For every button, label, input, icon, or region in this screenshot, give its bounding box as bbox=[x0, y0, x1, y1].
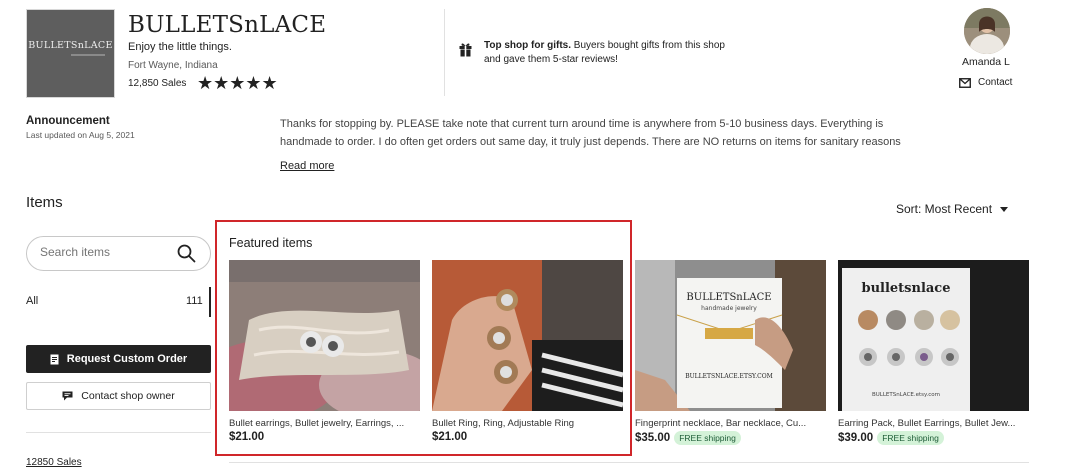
star-rating[interactable]: ★★★★★ bbox=[197, 74, 278, 92]
shop-logo-text: BULLETSnLACE bbox=[28, 40, 113, 51]
contact-owner-link[interactable]: Contact bbox=[959, 77, 1012, 88]
listing-title[interactable]: Bullet Ring, Ring, Adjustable Ring bbox=[432, 418, 623, 429]
announcement-title: Announcement bbox=[26, 115, 110, 127]
listing-title[interactable]: Fingerprint necklace, Bar necklace, Cu..… bbox=[635, 418, 826, 429]
gift-notice-bold: Top shop for gifts. bbox=[484, 40, 572, 51]
gift-icon bbox=[459, 43, 472, 57]
search-icon[interactable] bbox=[177, 244, 196, 263]
search-input[interactable] bbox=[40, 245, 170, 259]
listing-price-row: $21.00 bbox=[432, 431, 467, 443]
listing-price-row: $39.00 FREE shipping bbox=[838, 431, 944, 445]
announcement-line-1: Thanks for stopping by. PLEASE take note… bbox=[280, 118, 884, 130]
listing-title[interactable]: Earring Pack, Bullet Earrings, Bullet Je… bbox=[838, 418, 1029, 429]
listing-price-row: $21.00 bbox=[229, 431, 264, 443]
items-heading: Items bbox=[26, 194, 63, 211]
card-brand-text: BULLETSnLACE bbox=[686, 292, 771, 303]
listing-price: $21.00 bbox=[229, 431, 265, 443]
shop-logo-underline bbox=[71, 54, 105, 56]
owner-avatar[interactable] bbox=[964, 8, 1010, 54]
chat-bubble-icon bbox=[62, 391, 73, 401]
announcement-line-2: handmade to order. I do often get orders… bbox=[280, 136, 901, 148]
request-custom-order-label: Request Custom Order bbox=[66, 353, 188, 365]
gift-notice-rest: Buyers bought gifts from this shop bbox=[571, 40, 725, 51]
shop-sales-count: 12,850 Sales bbox=[128, 78, 187, 89]
free-shipping-badge: FREE shipping bbox=[877, 431, 944, 445]
sort-label: Sort: Most Recent bbox=[896, 202, 993, 216]
listing-image[interactable] bbox=[432, 260, 623, 411]
header-divider bbox=[444, 9, 445, 96]
gift-notice-line1: Top shop for gifts. Buyers bought gifts … bbox=[484, 40, 725, 51]
card-url-text: BULLETSnLACE.etsy.com bbox=[872, 392, 940, 398]
listing-title[interactable]: Bullet earrings, Bullet jewelry, Earring… bbox=[229, 418, 420, 429]
gift-notice-line2: and gave them 5-star reviews! bbox=[484, 54, 618, 65]
free-shipping-badge: FREE shipping bbox=[674, 431, 741, 445]
sort-dropdown[interactable]: Sort: Most Recent bbox=[896, 202, 1009, 216]
card-url-text: BULLETSNLACE.ETSY.COM bbox=[685, 373, 773, 380]
owner-name: Amanda L bbox=[962, 56, 1010, 68]
announcement-date: Last updated on Aug 5, 2021 bbox=[26, 130, 135, 140]
category-all-label[interactable]: All bbox=[26, 295, 38, 307]
listing-image[interactable]: bulletsnlace BULLETSnLACE.etsy.com bbox=[838, 260, 1029, 411]
contact-shop-owner-label: Contact shop owner bbox=[81, 390, 175, 402]
listing-image[interactable] bbox=[229, 260, 420, 411]
listing-image[interactable]: BULLETSnLACE handmade jewelry BULLETSNLA… bbox=[635, 260, 826, 411]
request-custom-order-button[interactable]: Request Custom Order bbox=[26, 345, 211, 373]
sidebar-divider bbox=[26, 432, 211, 433]
contact-shop-owner-button[interactable]: Contact shop owner bbox=[26, 382, 211, 410]
shop-tagline: Enjoy the little things. bbox=[128, 41, 232, 53]
featured-items-heading: Featured items bbox=[229, 236, 313, 250]
card-brand-text: bulletsnlace bbox=[861, 281, 950, 296]
document-icon bbox=[50, 354, 59, 364]
shop-logo[interactable]: BULLETSnLACE bbox=[26, 9, 115, 98]
card-brand-subtext: handmade jewelry bbox=[701, 305, 757, 312]
category-all-count: 111 bbox=[186, 295, 203, 307]
category-selected-indicator bbox=[209, 287, 211, 317]
listing-price: $39.00 bbox=[838, 432, 874, 444]
listing-price-row: $35.00 FREE shipping bbox=[635, 431, 741, 445]
read-more-link[interactable]: Read more bbox=[280, 160, 334, 172]
envelope-icon bbox=[959, 77, 971, 88]
listings-bottom-divider bbox=[229, 462, 1029, 463]
shop-name: BULLETSnLACE bbox=[128, 12, 327, 38]
listing-price: $35.00 bbox=[635, 432, 671, 444]
contact-label: Contact bbox=[978, 77, 1013, 88]
sales-link[interactable]: 12850 Sales bbox=[26, 457, 82, 468]
listing-price: $21.00 bbox=[432, 431, 468, 443]
shop-location: Fort Wayne, Indiana bbox=[128, 60, 218, 71]
caret-down-icon bbox=[1000, 206, 1009, 212]
search-box[interactable] bbox=[26, 236, 211, 271]
